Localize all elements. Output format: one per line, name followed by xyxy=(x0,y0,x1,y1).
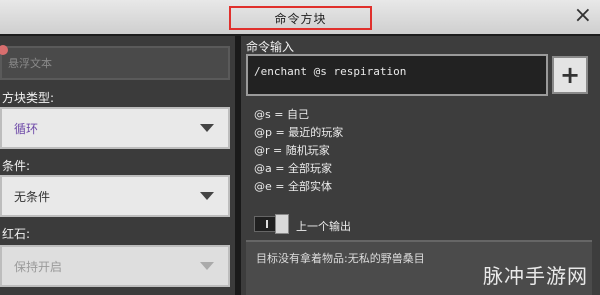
block-type-value: 循环 xyxy=(14,121,39,136)
block-type-label: 方块类型: xyxy=(2,91,55,105)
title-bar: 命令方块 × xyxy=(0,0,600,36)
chevron-down-icon xyxy=(200,124,214,132)
title-highlight-box: 命令方块 xyxy=(229,6,372,30)
toggle-knob[interactable] xyxy=(275,214,289,234)
list-item: @r = 随机玩家 xyxy=(254,144,330,157)
command-input[interactable]: /enchant @s respiration xyxy=(246,54,548,96)
list-item: @s = 自己 xyxy=(254,108,309,121)
add-button[interactable]: + xyxy=(552,56,588,94)
command-panel: 命令输入 /enchant @s respiration + @s = 自己 @… xyxy=(241,36,600,295)
settings-panel: 悬浮文本 方块类型: 循环 条件: 无条件 红石: 保持开启 xyxy=(0,36,235,295)
list-item: @a = 全部玩家 xyxy=(254,162,332,175)
command-input-label: 命令输入 xyxy=(246,40,295,54)
chevron-down-icon xyxy=(200,192,214,200)
list-item: @e = 全部实体 xyxy=(254,180,332,193)
window-title: 命令方块 xyxy=(274,11,327,26)
close-icon[interactable]: × xyxy=(574,4,592,28)
status-dot-icon xyxy=(0,45,8,55)
block-type-dropdown[interactable]: 循环 xyxy=(0,107,230,149)
selector-legend: @s = 自己 @p = 最近的玩家 @r = 随机玩家 @a = 全部玩家 @… xyxy=(254,106,454,196)
toggle-on-mark xyxy=(266,220,268,228)
redstone-label: 红石: xyxy=(2,227,31,241)
list-item: @p = 最近的玩家 xyxy=(254,126,344,139)
condition-value: 无条件 xyxy=(14,189,51,204)
condition-dropdown[interactable]: 无条件 xyxy=(0,175,230,217)
hover-text-placeholder: 悬浮文本 xyxy=(8,57,52,70)
chevron-down-icon xyxy=(200,262,214,270)
previous-output-toggle[interactable] xyxy=(254,214,289,234)
condition-label: 条件: xyxy=(2,159,31,173)
watermark: 脉冲手游网 xyxy=(483,264,588,288)
redstone-value: 保持开启 xyxy=(14,259,63,274)
previous-output-label: 上一个输出 xyxy=(296,220,351,233)
output-text: 目标没有拿着物品:无私的野兽桑目 xyxy=(256,252,425,265)
command-text: /enchant @s respiration xyxy=(254,65,407,78)
redstone-dropdown[interactable]: 保持开启 xyxy=(0,245,230,287)
hover-text-input[interactable]: 悬浮文本 xyxy=(0,45,230,80)
